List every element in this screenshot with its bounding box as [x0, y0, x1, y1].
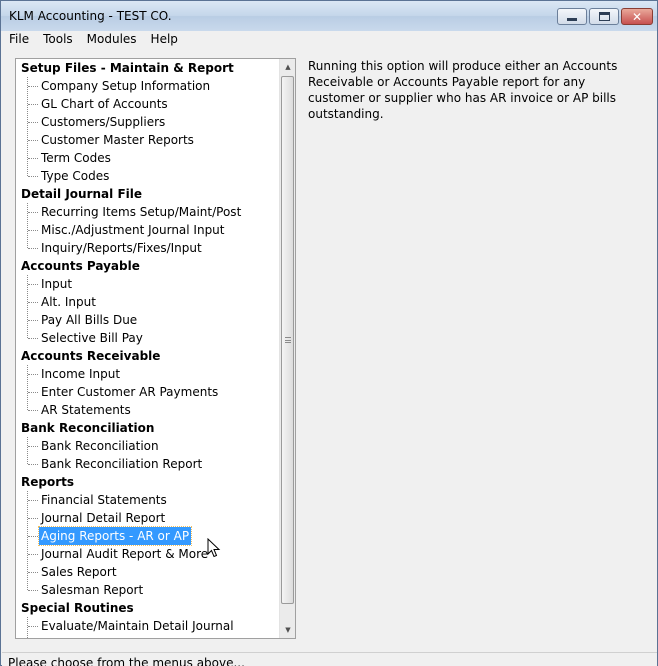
tree-branch-line	[28, 320, 38, 321]
tree-branch-line	[28, 302, 38, 303]
maximize-button[interactable]	[589, 8, 619, 25]
menu-tree-panel: Setup Files - Maintain & Report Company S…	[15, 58, 296, 639]
tree-branch-line	[28, 518, 38, 519]
tree-group-header[interactable]: Setup Files - Maintain & Report	[21, 59, 234, 77]
menu-tools[interactable]: Tools	[36, 31, 80, 49]
tree-branch-line	[28, 86, 38, 87]
tree-group-header[interactable]: Reports	[21, 473, 74, 491]
tree-item[interactable]: Financial Statements	[41, 491, 167, 509]
tree-branch-line	[28, 212, 38, 213]
tree-item[interactable]: Misc./Adjustment Journal Input	[41, 221, 225, 239]
tree-item[interactable]: Customers/Suppliers	[41, 113, 165, 131]
minimize-button[interactable]	[557, 8, 587, 25]
tree-item[interactable]: Sales Report	[41, 563, 117, 581]
tree-branch-line	[28, 374, 38, 375]
tree-item[interactable]: Journal Detail Report	[41, 509, 165, 527]
menu-modules[interactable]: Modules	[80, 31, 144, 49]
status-text: Please choose from the menus above...	[8, 656, 245, 666]
scroll-up-icon[interactable]: ▲	[280, 59, 295, 75]
menu-tree: Setup Files - Maintain & Report Company S…	[16, 59, 279, 638]
tree-branch-line	[28, 626, 38, 627]
tree-item[interactable]: Accounting Year End Close	[41, 635, 200, 638]
tree-item[interactable]: Input	[41, 275, 72, 293]
tree-connector-line	[27, 365, 28, 410]
tree-group-header[interactable]: Detail Journal File	[21, 185, 142, 203]
tree-branch-line	[28, 464, 38, 465]
tree-connector-line	[27, 203, 28, 248]
tree-connector-line	[27, 437, 28, 464]
tree-item[interactable]: Bank Reconciliation Report	[41, 455, 202, 473]
tree-branch-line	[28, 338, 38, 339]
title-bar[interactable]: KLM Accounting - TEST CO. ✕	[1, 1, 657, 31]
grip-icon	[284, 337, 291, 343]
tree-item[interactable]: Income Input	[41, 365, 120, 383]
window-title: KLM Accounting - TEST CO.	[9, 9, 172, 23]
tree-item[interactable]: Company Setup Information	[41, 77, 210, 95]
menu-bar: File Tools Modules Help	[2, 31, 657, 49]
tree-branch-line	[28, 104, 38, 105]
tree-branch-line	[28, 446, 38, 447]
tree-branch-line	[28, 230, 38, 231]
tree-item[interactable]: Salesman Report	[41, 581, 143, 599]
tree-item[interactable]: Customer Master Reports	[41, 131, 194, 149]
menu-help[interactable]: Help	[144, 31, 185, 49]
maximize-icon	[598, 12, 610, 21]
tree-branch-line	[28, 140, 38, 141]
menu-file[interactable]: File	[2, 31, 36, 49]
tree-item[interactable]: Term Codes	[41, 149, 111, 167]
tree-group-header[interactable]: Bank Reconciliation	[21, 419, 154, 437]
tree-item-selected[interactable]: Aging Reports - AR or AP	[37, 526, 193, 546]
tree-connector-line	[27, 617, 28, 638]
tree-item[interactable]: GL Chart of Accounts	[41, 95, 168, 113]
tree-item[interactable]: Evaluate/Maintain Detail Journal	[41, 617, 234, 635]
option-description: Running this option will produce either …	[308, 59, 618, 121]
tree-connector-line	[27, 491, 28, 590]
tree-item[interactable]: Recurring Items Setup/Maint/Post	[41, 203, 241, 221]
tree-branch-line	[28, 158, 38, 159]
mouse-pointer-icon	[207, 538, 221, 558]
tree-item[interactable]: Bank Reconciliation	[41, 437, 159, 455]
tree-branch-line	[28, 572, 38, 573]
tree-scrollbar[interactable]: ▲ ▼	[279, 59, 295, 638]
tree-item[interactable]: Alt. Input	[41, 293, 96, 311]
tree-item[interactable]: Pay All Bills Due	[41, 311, 137, 329]
tree-branch-line	[28, 410, 38, 411]
tree-group-header[interactable]: Accounts Payable	[21, 257, 140, 275]
tree-branch-line	[28, 554, 38, 555]
tree-branch-line	[28, 590, 38, 591]
tree-group-header[interactable]: Accounts Receivable	[21, 347, 160, 365]
tree-connector-line	[27, 77, 28, 176]
status-bar: Please choose from the menus above...	[2, 652, 657, 666]
tree-item[interactable]: Selective Bill Pay	[41, 329, 143, 347]
tree-branch-line	[28, 536, 38, 537]
app-window: KLM Accounting - TEST CO. ✕ File Tools M…	[0, 0, 658, 666]
tree-group-header[interactable]: Special Routines	[21, 599, 134, 617]
minimize-icon	[567, 18, 577, 21]
close-icon: ✕	[631, 9, 643, 24]
tree-item[interactable]: Type Codes	[41, 167, 109, 185]
tree-branch-line	[28, 122, 38, 123]
tree-item[interactable]: Journal Audit Report & More	[41, 545, 208, 563]
tree-branch-line	[28, 500, 38, 501]
scroll-thumb[interactable]	[281, 76, 294, 604]
tree-item[interactable]: Enter Customer AR Payments	[41, 383, 218, 401]
tree-branch-line	[28, 176, 38, 177]
tree-branch-line	[28, 284, 38, 285]
tree-branch-line	[28, 248, 38, 249]
scroll-down-icon[interactable]: ▼	[280, 622, 295, 638]
tree-branch-line	[28, 392, 38, 393]
close-button[interactable]: ✕	[621, 8, 653, 25]
tree-item[interactable]: Inquiry/Reports/Fixes/Input	[41, 239, 202, 257]
tree-item[interactable]: AR Statements	[41, 401, 131, 419]
